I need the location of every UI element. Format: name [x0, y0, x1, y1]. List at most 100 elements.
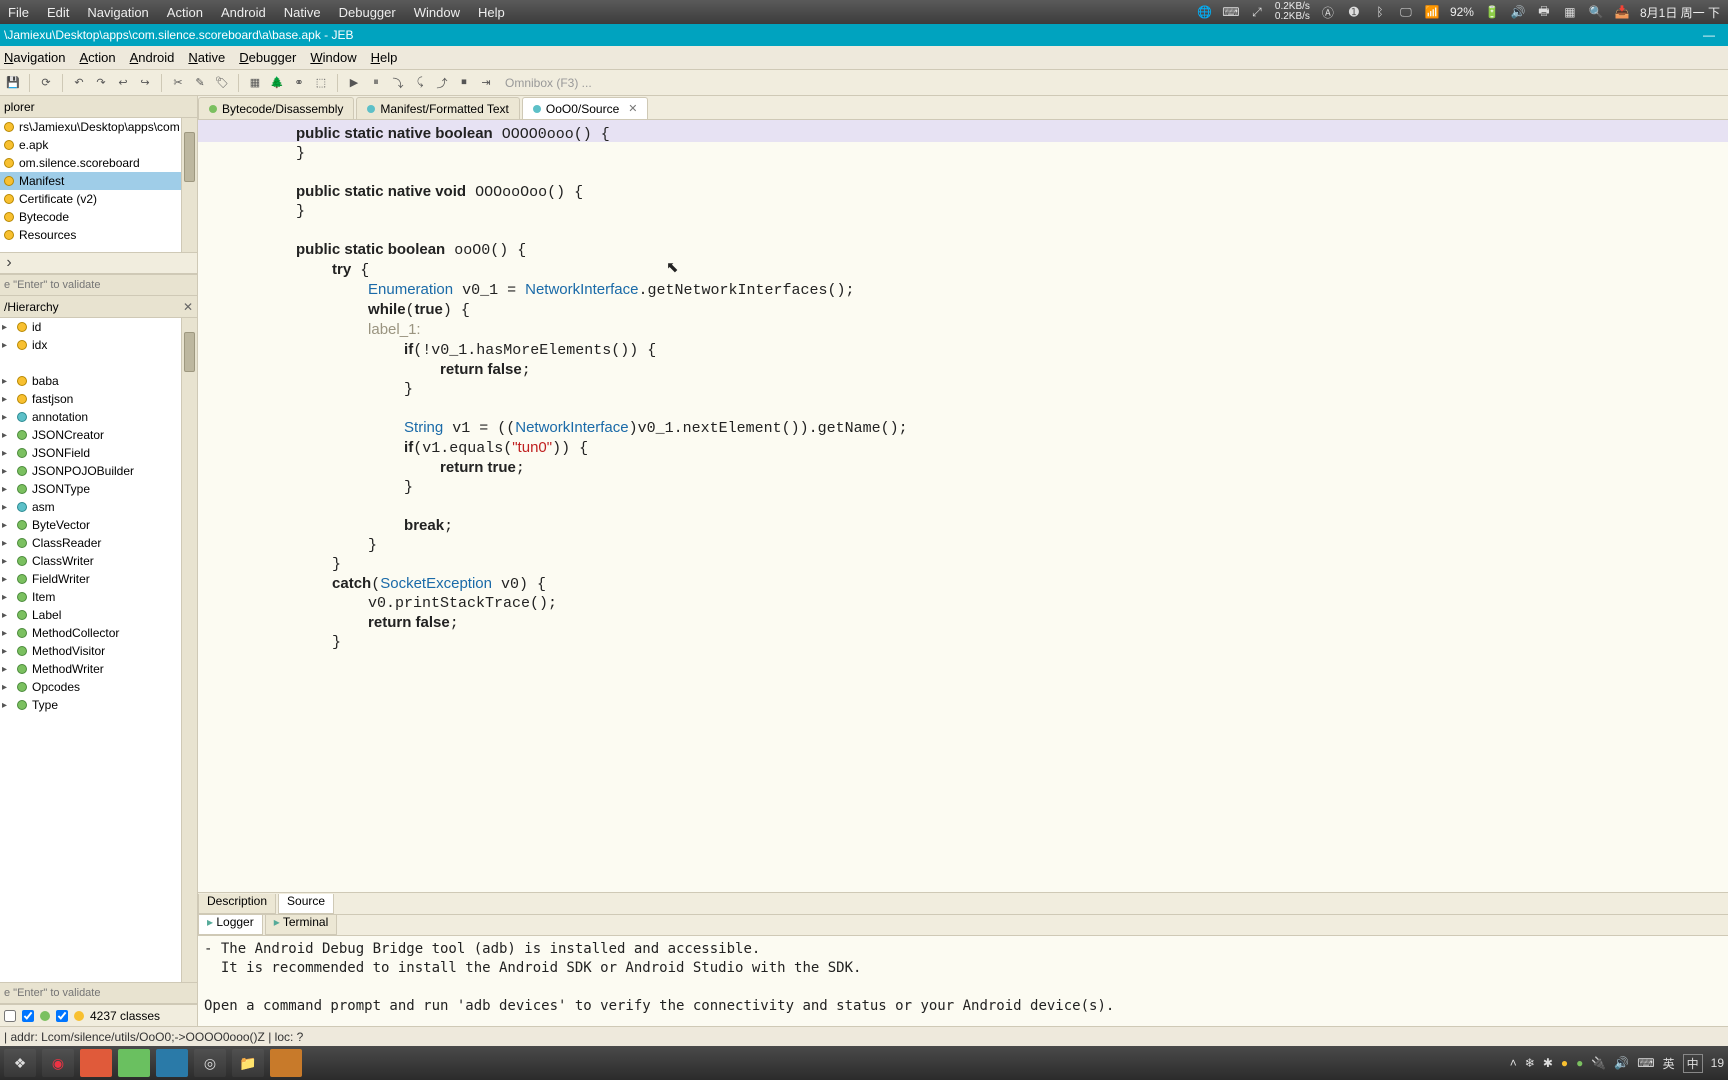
hierarchy-item[interactable]: ▸baba [0, 372, 197, 390]
bluetooth-icon[interactable]: ᛒ [1372, 4, 1388, 20]
hierarchy-item[interactable]: ▸Item [0, 588, 197, 606]
redo-icon[interactable]: ↪ [136, 74, 154, 92]
log-tab[interactable]: ▸ Terminal [265, 915, 338, 935]
editor-tab[interactable]: Bytecode/Disassembly [198, 97, 354, 119]
tray-chevron-icon[interactable]: ˄ [1510, 1056, 1517, 1070]
sysmenu-item[interactable]: File [8, 5, 29, 20]
hierarchy-item[interactable]: ▸ClassWriter [0, 552, 197, 570]
apps-icon[interactable]: ▦ [1562, 4, 1578, 20]
hierarchy-item[interactable]: ▸MethodVisitor [0, 642, 197, 660]
explorer-item[interactable]: om.silence.scoreboard [0, 154, 197, 172]
tray-volume-icon[interactable]: 🔊 [1614, 1056, 1629, 1070]
grid-icon[interactable]: ▦ [246, 74, 264, 92]
editor-tab[interactable]: Manifest/Formatted Text [356, 97, 520, 119]
search-icon[interactable]: 🔍 [1588, 4, 1604, 20]
checkbox-1[interactable] [4, 1010, 16, 1022]
sysmenu-item[interactable]: Window [414, 5, 460, 20]
sysmenu-item[interactable]: Help [478, 5, 505, 20]
save-icon[interactable]: 💾 [4, 74, 22, 92]
tray-icon-2[interactable]: ✱ [1543, 1056, 1553, 1070]
explorer-tree[interactable]: rs\Jamiexu\Desktop\apps\come.apkom.silen… [0, 118, 197, 252]
bottom-tab[interactable]: Description [198, 894, 276, 914]
explorer-item[interactable]: rs\Jamiexu\Desktop\apps\com [0, 118, 197, 136]
explorer-item[interactable]: Resources [0, 226, 197, 244]
debug-stepinto-icon[interactable]: ⤹ [411, 74, 429, 92]
hierarchy-item[interactable]: ▸ByteVector [0, 516, 197, 534]
sysmenu-item[interactable]: Navigation [87, 5, 148, 20]
sysmenu-item[interactable]: Debugger [339, 5, 396, 20]
close-icon[interactable]: ✕ [628, 102, 637, 115]
appmenu-item[interactable]: Native [188, 50, 225, 65]
appmenu-item[interactable]: Action [79, 50, 115, 65]
numlock-icon[interactable]: ➊ [1346, 4, 1362, 20]
ime-layout[interactable]: 中 [1683, 1054, 1703, 1073]
appmenu-item[interactable]: Navigation [4, 50, 65, 65]
bottom-tab[interactable]: Source [278, 894, 334, 914]
close-icon[interactable]: ✕ [183, 300, 193, 314]
minimize-button[interactable]: — [1696, 28, 1722, 42]
explorer-item[interactable]: Manifest [0, 172, 197, 190]
hierarchy-item[interactable]: ▸JSONCreator [0, 426, 197, 444]
debug-stepout-icon[interactable]: ⤴ [433, 74, 451, 92]
hierarchy-item[interactable]: ▸Opcodes [0, 678, 197, 696]
sysmenu-item[interactable]: Native [284, 5, 321, 20]
clock-date[interactable]: 8月1日 周一 下 [1640, 4, 1720, 21]
checkbox-2[interactable] [22, 1010, 34, 1022]
globe-icon[interactable]: 🌐 [1197, 4, 1213, 20]
log-output[interactable]: - The Android Debug Bridge tool (adb) is… [198, 936, 1728, 1026]
nav-back-icon[interactable]: ↶ [70, 74, 88, 92]
hierarchy-item[interactable]: ▸MethodCollector [0, 624, 197, 642]
app-icon-5[interactable]: ◎ [194, 1049, 226, 1077]
battery-icon[interactable]: 🔋 [1484, 4, 1500, 20]
app-icon-3[interactable] [118, 1049, 150, 1077]
volume-icon[interactable]: 🔊 [1510, 4, 1526, 20]
appmenu-item[interactable]: Help [371, 50, 398, 65]
expand-icon[interactable]: ⤢ [1249, 4, 1265, 20]
edit-icon[interactable]: ✎ [191, 74, 209, 92]
hierarchy-item[interactable]: ▸fastjson [0, 390, 197, 408]
wifi-icon[interactable]: 📶 [1424, 4, 1440, 20]
hierarchy-item[interactable]: ▸Label [0, 606, 197, 624]
code-editor[interactable]: public static native boolean OOOO0ooo() … [198, 120, 1728, 892]
editor-tab[interactable]: OoO0/Source✕ [522, 97, 649, 119]
ime-lang[interactable]: 英 [1663, 1055, 1675, 1072]
printer-icon[interactable]: 🖶 [1536, 4, 1552, 20]
graph-icon[interactable]: ⚭ [290, 74, 308, 92]
hierarchy-item[interactable]: ▸annotation [0, 408, 197, 426]
refresh-icon[interactable]: ⟳ [37, 74, 55, 92]
omnibox[interactable]: Omnibox (F3) ... [505, 76, 592, 90]
hierarchy-item[interactable]: ▸JSONField [0, 444, 197, 462]
hierarchy-item[interactable] [0, 354, 197, 372]
sysmenu-item[interactable]: Android [221, 5, 266, 20]
start-button[interactable]: ❖ [4, 1049, 36, 1077]
chevron-right-icon[interactable]: › [0, 254, 18, 272]
hierarchy-filter-input[interactable] [0, 983, 197, 1003]
undo-icon[interactable]: ↩ [114, 74, 132, 92]
scrollbar[interactable] [181, 318, 197, 982]
appmenu-item[interactable]: Android [130, 50, 175, 65]
hierarchy-item[interactable]: ▸id [0, 318, 197, 336]
struct-icon[interactable]: ⬚ [312, 74, 330, 92]
taskbar-time[interactable]: 19 [1711, 1056, 1724, 1070]
hierarchy-item[interactable]: ▸MethodWriter [0, 660, 197, 678]
appmenu-item[interactable]: Window [310, 50, 356, 65]
tree-icon[interactable]: 🌲 [268, 74, 286, 92]
keyboard-icon[interactable]: ⌨ [1223, 4, 1239, 20]
debug-runto-icon[interactable]: ⇥ [477, 74, 495, 92]
app-icon-7[interactable] [270, 1049, 302, 1077]
folder-icon[interactable]: 📁 [232, 1049, 264, 1077]
tray-icon-4[interactable]: ● [1576, 1056, 1583, 1070]
appmenu-item[interactable]: Debugger [239, 50, 296, 65]
hierarchy-item[interactable]: ▸JSONPOJOBuilder [0, 462, 197, 480]
chrome-icon[interactable]: ◉ [42, 1049, 74, 1077]
debug-pause-icon[interactable]: ⏸ [367, 74, 385, 92]
tray-icon-3[interactable]: ● [1561, 1056, 1568, 1070]
sysmenu-item[interactable]: Action [167, 5, 203, 20]
nav-fwd-icon[interactable]: ↷ [92, 74, 110, 92]
hierarchy-item[interactable]: ▸Type [0, 696, 197, 714]
scrollbar[interactable] [181, 118, 197, 252]
app-icon-4[interactable] [156, 1049, 188, 1077]
hierarchy-item[interactable]: ▸idx [0, 336, 197, 354]
explorer-filter-input[interactable] [0, 275, 197, 295]
caps-icon[interactable]: Ⓐ [1320, 4, 1336, 20]
